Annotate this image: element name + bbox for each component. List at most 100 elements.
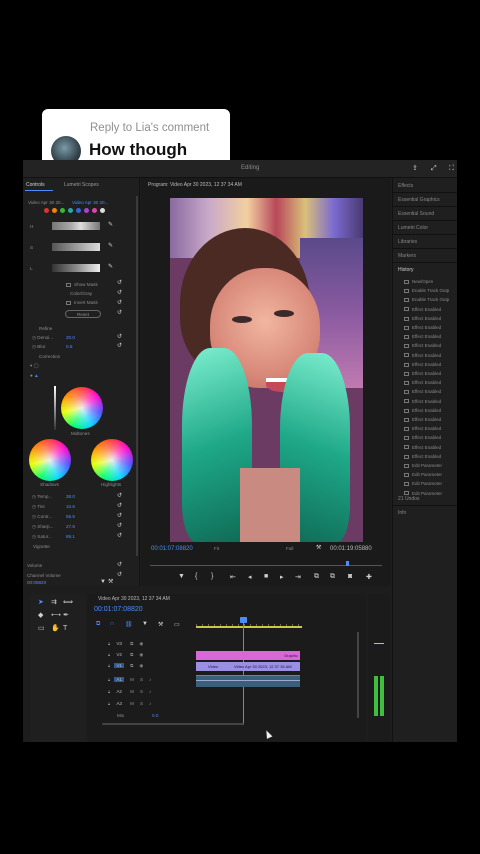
zoom-fit-select[interactable]: Fit	[214, 546, 219, 551]
track-header[interactable]: 🔒︎ V1 ⧉ ◉	[108, 663, 194, 669]
reset-icon[interactable]: ↺	[117, 334, 122, 341]
contrast-row[interactable]: ◷ Contr...	[32, 514, 52, 520]
panel-libraries[interactable]: Libraries	[398, 239, 417, 245]
reset-icon[interactable]: ↺	[117, 280, 122, 287]
settings-wrench-icon[interactable]: ⚒	[316, 545, 321, 552]
history-item[interactable]: Edit Parameter	[404, 481, 442, 486]
color-swatches[interactable]	[44, 208, 106, 214]
lock-icon[interactable]: 🔒︎	[108, 663, 110, 668]
pipette-icon[interactable]: ✎	[108, 243, 113, 250]
contrast-value[interactable]: 55.5	[66, 514, 75, 519]
tab-lumetri-scopes[interactable]: Lumetri Scopes	[64, 182, 99, 188]
reset-button[interactable]: Reset	[65, 310, 101, 318]
shadows-wheel[interactable]	[29, 439, 71, 481]
swatch-green[interactable]	[60, 208, 65, 213]
history-item[interactable]: Edit Parameter	[404, 463, 442, 468]
nest-icon[interactable]: ⧉	[96, 621, 100, 628]
track-select-tool-icon[interactable]: ⇉	[51, 599, 57, 606]
reset-icon[interactable]: ↺	[117, 523, 122, 530]
timeline-playhead[interactable]	[243, 617, 244, 725]
fullscreen-icon[interactable]: ⛶	[449, 165, 454, 172]
audio-keyframe-line[interactable]	[196, 680, 300, 681]
temperature-row[interactable]: ◷ Temp...	[32, 494, 52, 500]
swatch-white[interactable]	[100, 208, 105, 213]
captions-icon[interactable]: ▭	[174, 621, 180, 628]
extract-icon[interactable]: ⧉	[330, 573, 335, 581]
filter-icon[interactable]: ▼	[100, 579, 106, 586]
history-item[interactable]: Effect Enabled	[404, 417, 441, 422]
history-item[interactable]: Effect Enabled	[404, 408, 441, 413]
history-item[interactable]: Enable Track Outp	[404, 297, 449, 302]
snap-icon[interactable]: ∩	[110, 621, 114, 627]
sharpen-row[interactable]: ◷ Sharp...	[32, 524, 53, 530]
history-item[interactable]: Effect Enabled	[404, 445, 441, 450]
highlights-wheel[interactable]	[91, 439, 133, 481]
mark-out-icon[interactable]: }	[211, 573, 213, 580]
panel-lumetri-color[interactable]: Lumetri Color	[398, 225, 428, 231]
wrench-icon[interactable]: ⚒	[108, 579, 113, 586]
timeline-playhead-head[interactable]	[240, 617, 247, 623]
reset-icon[interactable]: ↺	[117, 290, 122, 297]
history-item[interactable]: Effect Enabled	[404, 371, 441, 376]
sync-lock-icon[interactable]: ⧉	[130, 652, 133, 657]
history-item[interactable]: Effect Enabled	[404, 325, 441, 330]
step-back-icon[interactable]: ◂	[248, 573, 252, 581]
mute-icon[interactable]: M	[130, 689, 134, 694]
add-marker-icon[interactable]: ▼	[142, 621, 148, 627]
correction-toggle-icon[interactable]: ▾ ◯	[30, 363, 39, 369]
sat-range-slider[interactable]	[52, 243, 100, 251]
pipette-icon[interactable]: ✎	[108, 222, 113, 229]
blur-value[interactable]: 0.6	[66, 344, 72, 349]
history-item[interactable]: Effect Enabled	[404, 343, 441, 348]
reset-icon[interactable]: ↺	[117, 300, 122, 307]
program-playhead[interactable]	[346, 561, 349, 566]
audio-clip[interactable]	[196, 675, 300, 687]
tint-row[interactable]: ◷ Tint	[32, 504, 45, 510]
history-item[interactable]: Effect Enabled	[404, 353, 441, 358]
sharpen-value[interactable]: 27.8	[66, 524, 75, 529]
export-frame-icon[interactable]: ◙	[348, 573, 352, 580]
panel-essential-sound[interactable]: Essential Sound	[398, 211, 434, 217]
mic-icon[interactable]: ♪	[149, 689, 151, 694]
hand-tool-icon[interactable]: ✋	[51, 625, 60, 632]
lock-icon[interactable]: 🔒︎	[108, 677, 110, 682]
timeline-h-scrollbar[interactable]	[102, 723, 244, 725]
graphic-clip[interactable]: Graphic	[196, 651, 300, 660]
reset-icon[interactable]: ↺	[117, 503, 122, 510]
lock-icon[interactable]: 🔒︎	[108, 689, 110, 694]
history-item[interactable]: Enable Track Outp	[404, 288, 449, 293]
midtones-wheel[interactable]	[61, 387, 103, 429]
history-item[interactable]: Effect Enabled	[404, 399, 441, 404]
mute-icon[interactable]: M	[130, 701, 134, 706]
lock-icon[interactable]: 🔒︎	[108, 641, 110, 646]
timeline-timecode[interactable]: 00:01:07:08820	[94, 606, 143, 613]
history-item[interactable]: Edit Parameter	[404, 491, 442, 496]
eye-icon[interactable]: ◉	[139, 641, 143, 646]
button-editor-icon[interactable]: ✚	[366, 573, 372, 581]
hue-range-slider[interactable]	[52, 222, 100, 230]
linked-selection-icon[interactable]: ⛓	[125, 621, 133, 628]
mark-in-icon[interactable]: {	[195, 573, 197, 580]
left-panel-scrollbar[interactable]	[136, 196, 138, 556]
sync-lock-icon[interactable]: ⧉	[130, 641, 133, 646]
wheel-mode-icons[interactable]: ● ▲	[30, 373, 39, 378]
export-icon[interactable]: ⇪	[412, 165, 418, 172]
temperature-value[interactable]: 38.0	[66, 494, 75, 499]
history-item[interactable]: Effect Enabled	[404, 362, 441, 367]
swatch-blue[interactable]	[76, 208, 81, 213]
work-area-bar[interactable]	[196, 626, 302, 628]
denoise-value[interactable]: 20.0	[66, 335, 75, 340]
reset-icon[interactable]: ↺	[117, 513, 122, 520]
solo-icon[interactable]: S	[140, 677, 143, 682]
program-current-timecode[interactable]: 00:01:07:08820	[151, 546, 193, 552]
selection-tool-icon[interactable]: ➤	[38, 599, 44, 606]
lift-icon[interactable]: ⧉	[314, 573, 319, 581]
midtones-slider[interactable]	[54, 386, 56, 430]
tab-controls[interactable]: Controls	[26, 182, 45, 188]
history-item[interactable]: Effect Enabled	[404, 316, 441, 321]
mic-icon[interactable]: ♪	[149, 701, 151, 706]
pen-tool-icon[interactable]: ✒	[63, 612, 69, 619]
history-item[interactable]: Effect Enabled	[404, 389, 441, 394]
panel-essential-graphics[interactable]: Essential Graphics	[398, 197, 440, 203]
play-icon[interactable]: ■	[264, 573, 268, 580]
